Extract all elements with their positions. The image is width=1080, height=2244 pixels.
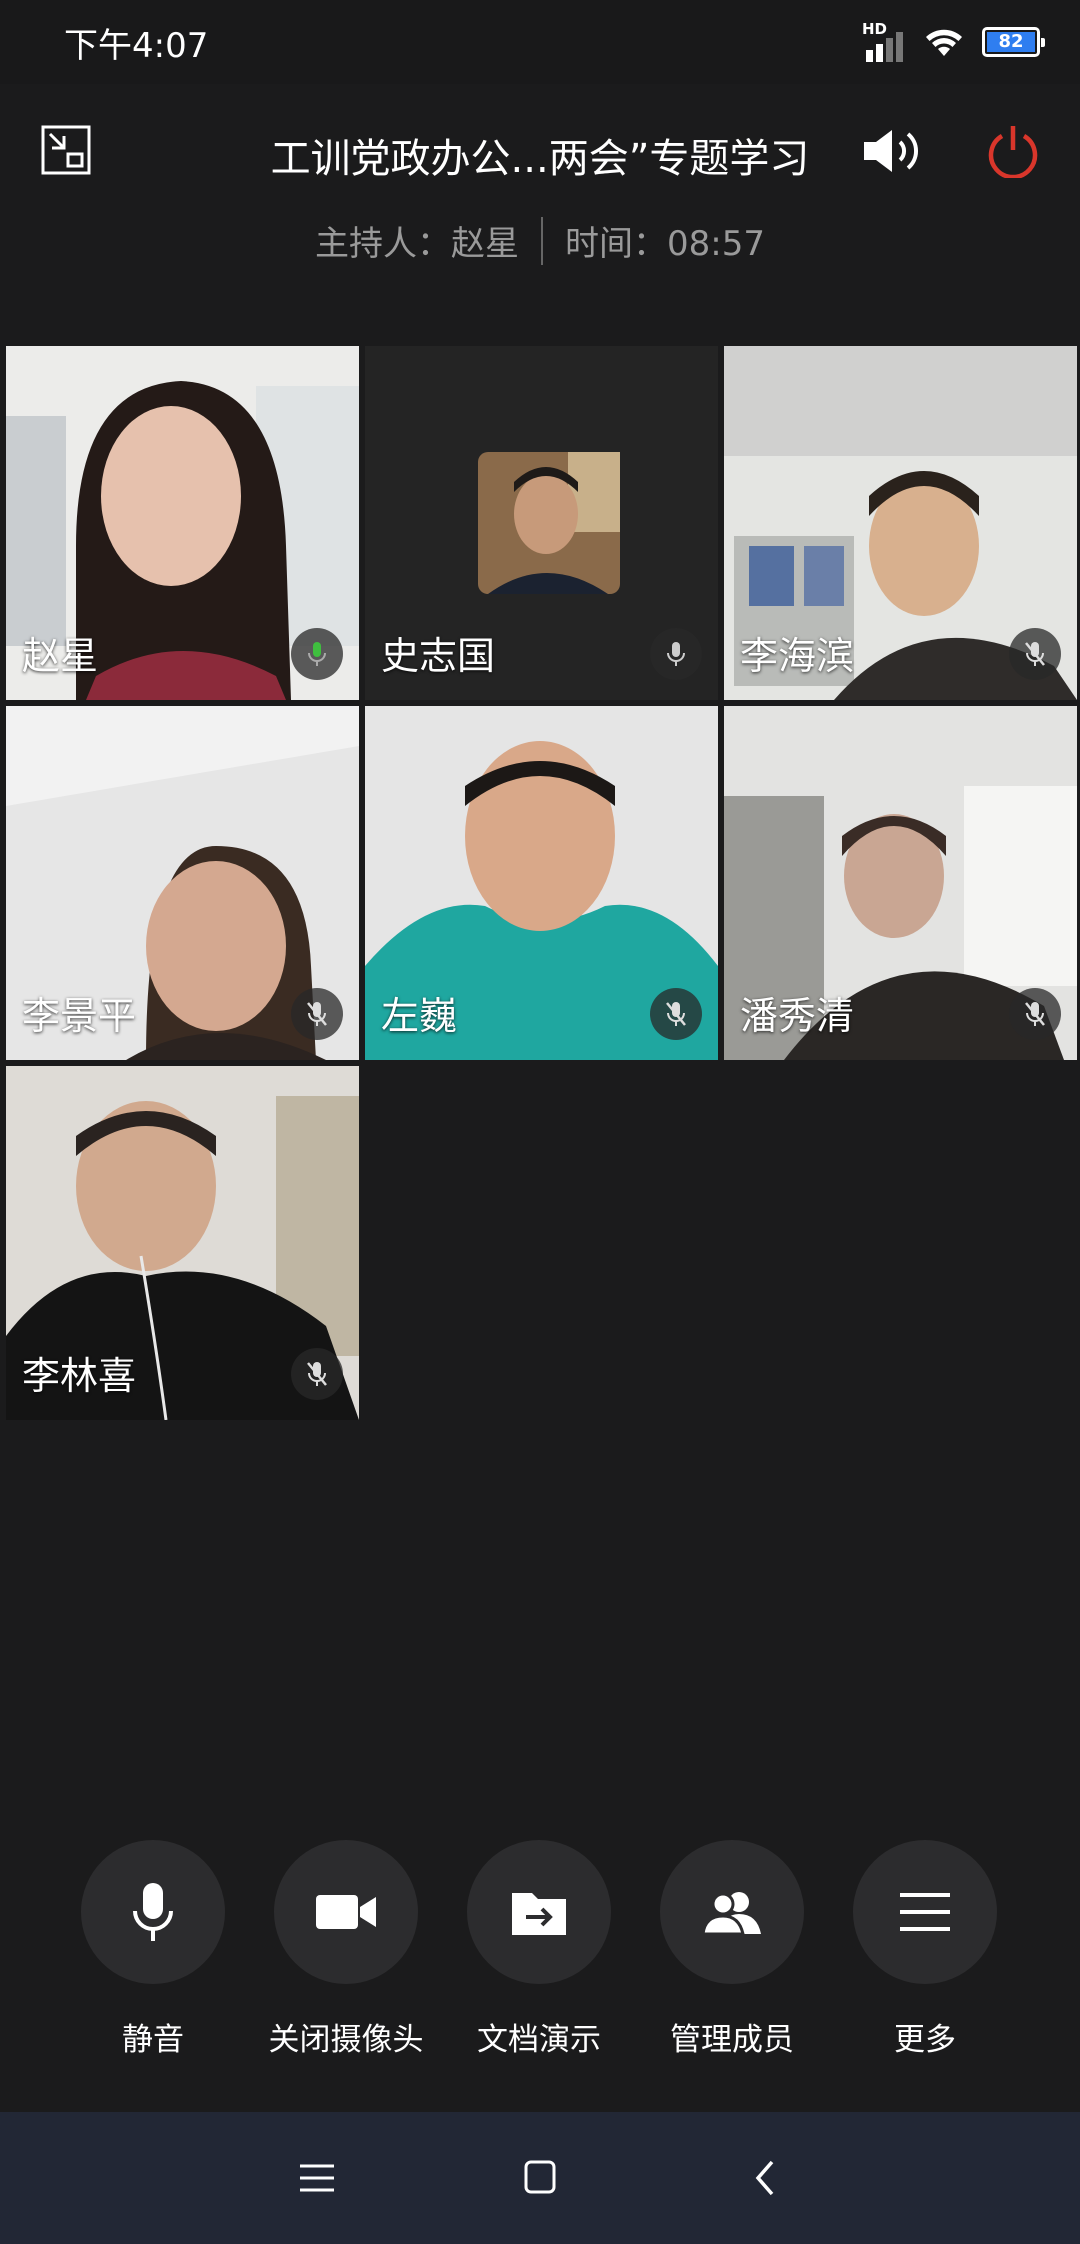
signal-icon: HD <box>862 22 906 62</box>
folder-share-icon <box>467 1840 611 1984</box>
home-icon[interactable] <box>516 2154 564 2202</box>
status-icons: HD 82 <box>862 22 1045 62</box>
participant-name: 赵星 <box>22 634 99 678</box>
members-label: 管理成员 <box>670 2022 794 2058</box>
avatar <box>478 452 620 594</box>
host-label: 主持人：赵星 <box>315 224 519 264</box>
participant-name: 李林喜 <box>22 1354 137 1398</box>
video-tile-lijingping[interactable]: 李景平 <box>6 706 359 1060</box>
share-label: 文档演示 <box>477 2022 601 2058</box>
camera-label: 关闭摄像头 <box>268 2022 424 2058</box>
participant-name: 左巍 <box>381 994 458 1038</box>
camera-off-button[interactable]: 关闭摄像头 <box>246 1840 446 2059</box>
meeting-header: 工训党政办公...两会”专题学习 主持人：赵星 时间：08:57 <box>0 84 1080 294</box>
video-tile-lihaibin[interactable]: 李海滨 <box>724 346 1077 700</box>
battery-icon: 82 <box>982 27 1045 57</box>
mic-muted-icon <box>1009 628 1061 680</box>
mic-muted-icon <box>650 988 702 1040</box>
video-tile-lilinxi[interactable]: 李林喜 <box>6 1066 359 1420</box>
mute-button[interactable]: 静音 <box>53 1840 253 2059</box>
back-icon[interactable] <box>742 2154 790 2202</box>
video-camera-icon <box>274 1840 418 1984</box>
more-label: 更多 <box>894 2022 956 2058</box>
meeting-toolbar: 静音 关闭摄像头 文档演示 管理成员 更多 <box>0 1840 1080 2080</box>
wifi-icon <box>926 29 962 56</box>
menu-icon <box>853 1840 997 1984</box>
recent-apps-icon[interactable] <box>294 2154 342 2202</box>
video-tile-zuowei[interactable]: 左巍 <box>365 706 718 1060</box>
mic-active-icon <box>291 628 343 680</box>
members-icon <box>660 1840 804 1984</box>
participant-name: 李海滨 <box>740 634 855 678</box>
divider <box>541 216 543 265</box>
battery-level: 82 <box>987 32 1035 52</box>
video-tile-shizhiguo[interactable]: 史志国 <box>365 346 718 700</box>
minimize-window-icon[interactable] <box>40 124 92 176</box>
mic-muted-icon <box>291 988 343 1040</box>
meeting-time: 时间：08:57 <box>565 224 765 264</box>
video-tile-panxiuqing[interactable]: 潘秀清 <box>724 706 1077 1060</box>
video-tile-zhaoxing[interactable]: 赵星 <box>6 346 359 700</box>
more-button[interactable]: 更多 <box>825 1840 1025 2059</box>
video-grid: 赵星 史志国 李海滨 李景平 左巍 潘秀清 李林喜 <box>6 346 1078 1420</box>
status-time: 下午4:07 <box>64 26 209 66</box>
status-bar: 下午4:07 HD 82 <box>0 0 1080 84</box>
system-nav-bar <box>0 2112 1080 2244</box>
meeting-title: 工训党政办公...两会”专题学习 <box>270 136 810 182</box>
manage-members-button[interactable]: 管理成员 <box>632 1840 832 2059</box>
mic-icon <box>650 628 702 680</box>
meeting-info: 主持人：赵星 时间：08:57 <box>0 216 1080 265</box>
mic-muted-icon <box>1009 988 1061 1040</box>
mute-label: 静音 <box>122 2022 184 2058</box>
speaker-icon[interactable] <box>860 126 924 176</box>
microphone-icon <box>81 1840 225 1984</box>
mic-muted-icon <box>291 1348 343 1400</box>
share-document-button[interactable]: 文档演示 <box>439 1840 639 2059</box>
participant-name: 李景平 <box>22 994 137 1038</box>
participant-name: 潘秀清 <box>740 994 855 1038</box>
participant-name: 史志国 <box>381 634 496 678</box>
power-leave-icon[interactable] <box>986 122 1040 178</box>
